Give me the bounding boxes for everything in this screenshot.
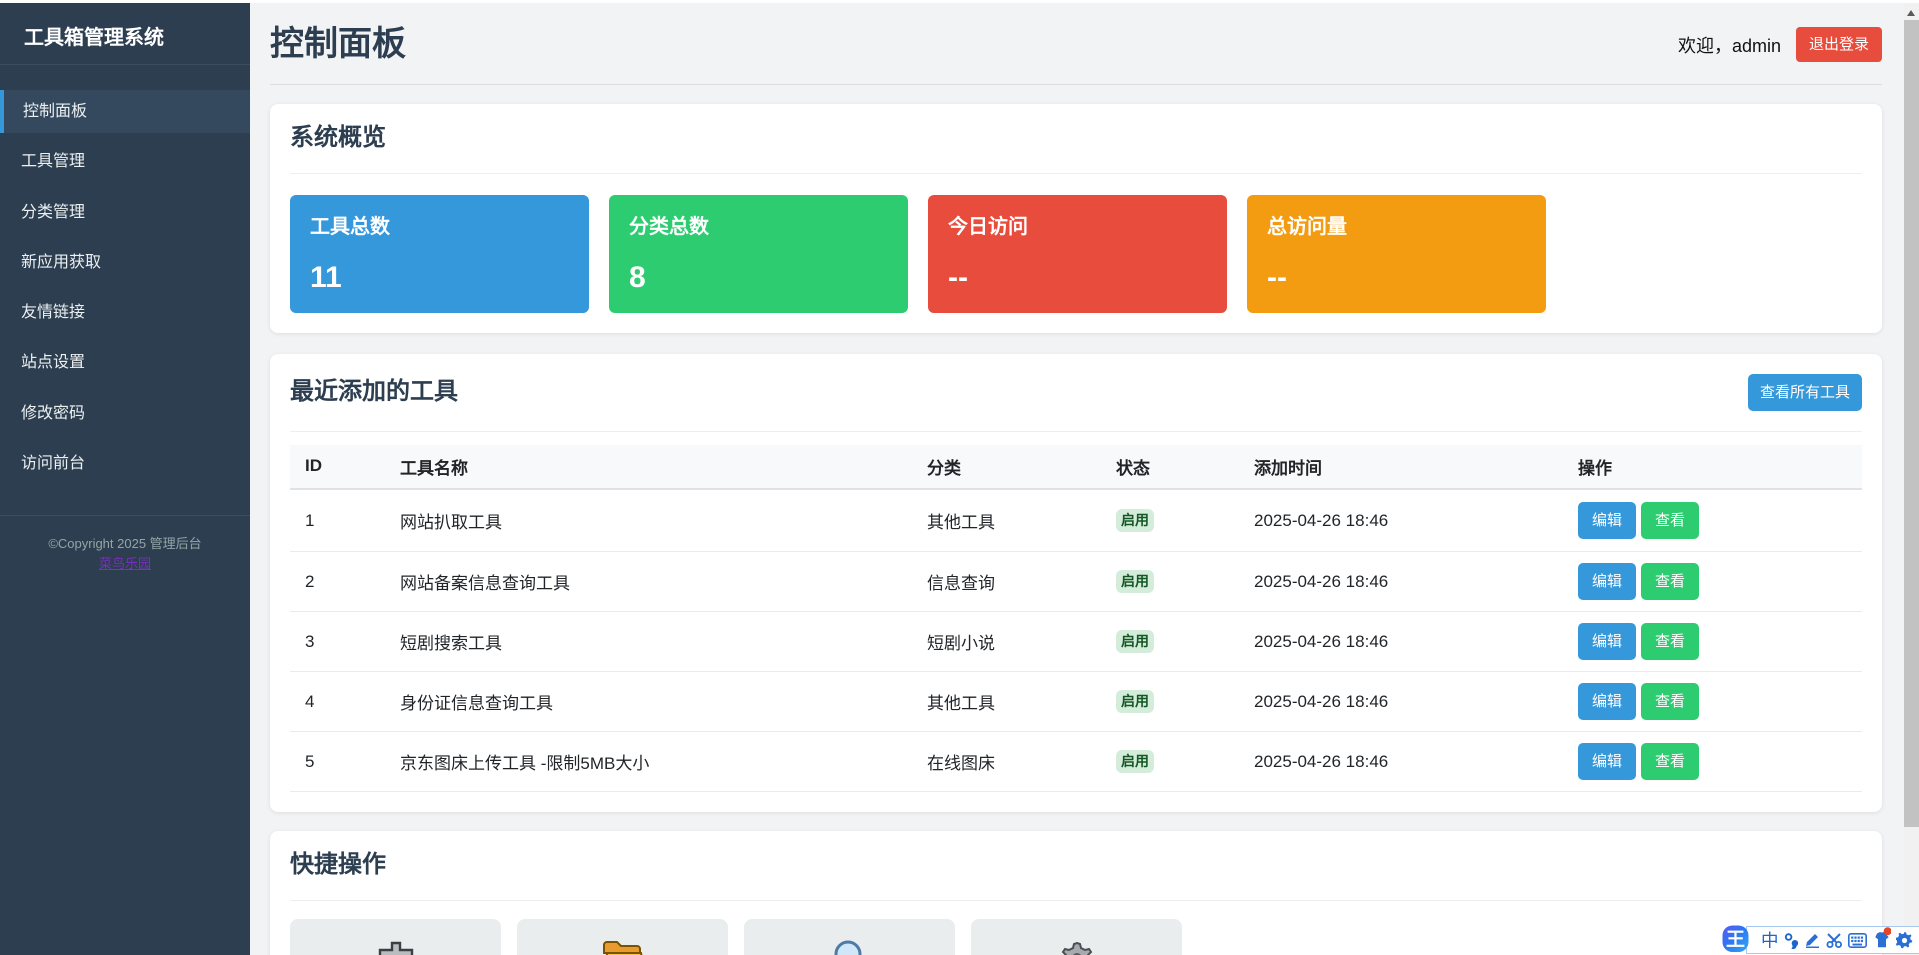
svg-text:中: 中 [1761, 931, 1779, 950]
svg-text:王: 王 [1726, 930, 1745, 951]
